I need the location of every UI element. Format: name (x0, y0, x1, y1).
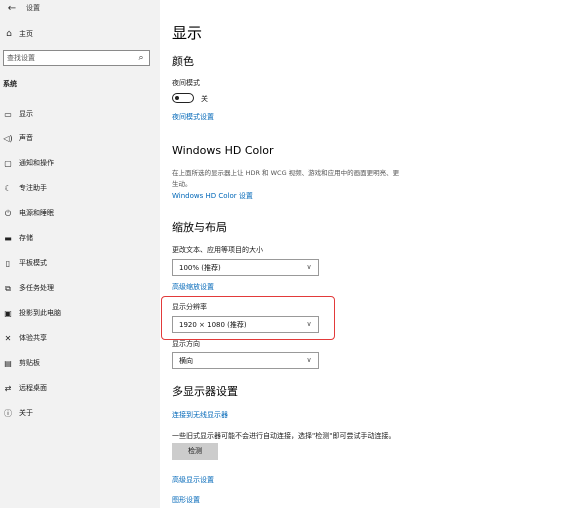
monitor-icon: ▭ (4, 110, 12, 119)
resolution-value: 1920 × 1080 (推荐) (179, 321, 247, 329)
chevron-down-icon: ∨ (306, 356, 312, 364)
sidebar-item-remote-desktop[interactable]: ⇄ 远程桌面 (0, 380, 160, 398)
chevron-down-icon: ∨ (306, 320, 312, 328)
home-icon: ⌂ (6, 29, 12, 39)
sidebar-item-about[interactable]: ⓘ 关于 (0, 405, 160, 423)
advanced-scaling-link[interactable]: 高级缩放设置 (172, 282, 214, 292)
graphics-settings-link[interactable]: 图形设置 (172, 495, 200, 505)
sidebar-item-label: 存储 (19, 234, 33, 242)
sidebar-item-focus-assist[interactable]: ☾ 专注助手 (0, 180, 160, 198)
wireless-display-link[interactable]: 连接到无线显示器 (172, 410, 228, 420)
sidebar-item-label: 剪贴板 (19, 359, 40, 367)
sidebar-item-label: 显示 (19, 110, 33, 118)
advanced-display-link[interactable]: 高级显示设置 (172, 475, 214, 485)
search-input[interactable]: 查找设置 (7, 53, 35, 63)
sidebar-item-display[interactable]: ▭ 显示 (0, 106, 160, 124)
remote-desktop-icon: ⇄ (4, 384, 12, 393)
search-icon[interactable]: ⌕ (136, 53, 146, 63)
hdr-heading: Windows HD Color (172, 144, 274, 157)
sidebar-item-label: 体验共享 (19, 334, 47, 342)
sidebar-item-storage[interactable]: ▬ 存储 (0, 230, 160, 248)
night-light-state: 关 (201, 95, 208, 103)
search-box[interactable]: 查找设置 ⌕ (3, 50, 150, 66)
color-heading: 颜色 (172, 55, 194, 68)
sidebar-item-power[interactable]: ⏻ 电源和睡眠 (0, 205, 160, 223)
sidebar-item-notifications[interactable]: ▢ 通知和操作 (0, 155, 160, 173)
notification-icon: ▢ (4, 159, 12, 168)
orientation-dropdown[interactable]: 横向 ∨ (172, 352, 319, 369)
sidebar-item-label: 电源和睡眠 (19, 209, 54, 217)
orientation-label: 显示方向 (172, 340, 200, 348)
scale-dropdown[interactable]: 100% (推荐) ∨ (172, 259, 319, 276)
sidebar-item-label: 投影到此电脑 (19, 309, 61, 317)
clipboard-icon: ▤ (4, 359, 12, 368)
sidebar-item-multitasking[interactable]: ⧉ 多任务处理 (0, 280, 160, 298)
sidebar-item-label: 多任务处理 (19, 284, 54, 292)
info-icon: ⓘ (4, 409, 12, 418)
scale-label: 更改文本、应用等项目的大小 (172, 246, 263, 254)
sidebar-item-sound[interactable]: ◁) 声音 (0, 130, 160, 148)
sidebar-item-label: 通知和操作 (19, 159, 54, 167)
sidebar-item-clipboard[interactable]: ▤ 剪贴板 (0, 355, 160, 373)
sidebar-item-label: 声音 (19, 134, 33, 142)
title-bar: ← 设置 (0, 0, 160, 20)
back-arrow-icon[interactable]: ← (5, 3, 19, 15)
sidebar-item-label: 远程桌面 (19, 384, 47, 392)
multi-display-heading: 多显示器设置 (172, 385, 238, 398)
home-label: 主页 (19, 30, 33, 38)
tablet-icon: ▯ (5, 259, 11, 268)
sidebar-item-label: 关于 (19, 409, 33, 417)
settings-window: ← 设置 ⌂ 主页 查找设置 ⌕ 系统 ▭ 显示 ◁) 声音 ▢ 通知和操作 ☾… (0, 0, 588, 508)
projector-icon: ▣ (4, 309, 12, 318)
multitask-icon: ⧉ (5, 284, 11, 293)
share-icon: ✕ (4, 334, 12, 343)
resolution-dropdown[interactable]: 1920 × 1080 (推荐) ∨ (172, 316, 319, 333)
moon-icon: ☾ (4, 184, 12, 193)
storage-icon: ▬ (4, 234, 12, 243)
sidebar-item-project[interactable]: ▣ 投影到此电脑 (0, 305, 160, 323)
scale-layout-heading: 缩放与布局 (172, 221, 227, 234)
detect-hint: 一些旧式显示器可能不会进行自动连接，选择"检测"即可尝试手动连接。 (172, 432, 396, 440)
detect-button[interactable]: 检测 (172, 443, 218, 460)
speaker-icon: ◁) (3, 134, 13, 143)
sidebar-item-label: 专注助手 (19, 184, 47, 192)
sidebar-section-label: 系统 (3, 80, 17, 88)
sidebar-item-shared[interactable]: ✕ 体验共享 (0, 330, 160, 348)
chevron-down-icon: ∨ (306, 263, 312, 271)
night-light-label: 夜间模式 (172, 79, 200, 87)
hdr-description: 在上面所选的显示器上让 HDR 和 WCG 视频、游戏和应用中的画面更明亮、更生… (172, 169, 400, 188)
night-light-toggle[interactable] (172, 93, 194, 103)
window-title: 设置 (26, 4, 40, 12)
hdr-settings-link[interactable]: Windows HD Color 设置 (172, 191, 253, 201)
sidebar-item-tablet[interactable]: ▯ 平板模式 (0, 255, 160, 273)
main-content: 显示 颜色 夜间模式 关 夜间模式设置 Windows HD Color 在上面… (160, 0, 588, 508)
page-title: 显示 (172, 24, 203, 42)
sidebar-item-label: 平板模式 (19, 259, 47, 267)
sidebar: ← 设置 ⌂ 主页 查找设置 ⌕ 系统 ▭ 显示 ◁) 声音 ▢ 通知和操作 ☾… (0, 0, 160, 508)
night-light-settings-link[interactable]: 夜间模式设置 (172, 112, 214, 122)
toggle-knob (175, 95, 179, 100)
orientation-value: 横向 (179, 357, 193, 365)
resolution-label: 显示分辨率 (172, 303, 207, 311)
sidebar-item-home[interactable]: ⌂ 主页 (0, 26, 160, 44)
scale-value: 100% (推荐) (179, 264, 221, 272)
power-icon: ⏻ (4, 209, 12, 218)
